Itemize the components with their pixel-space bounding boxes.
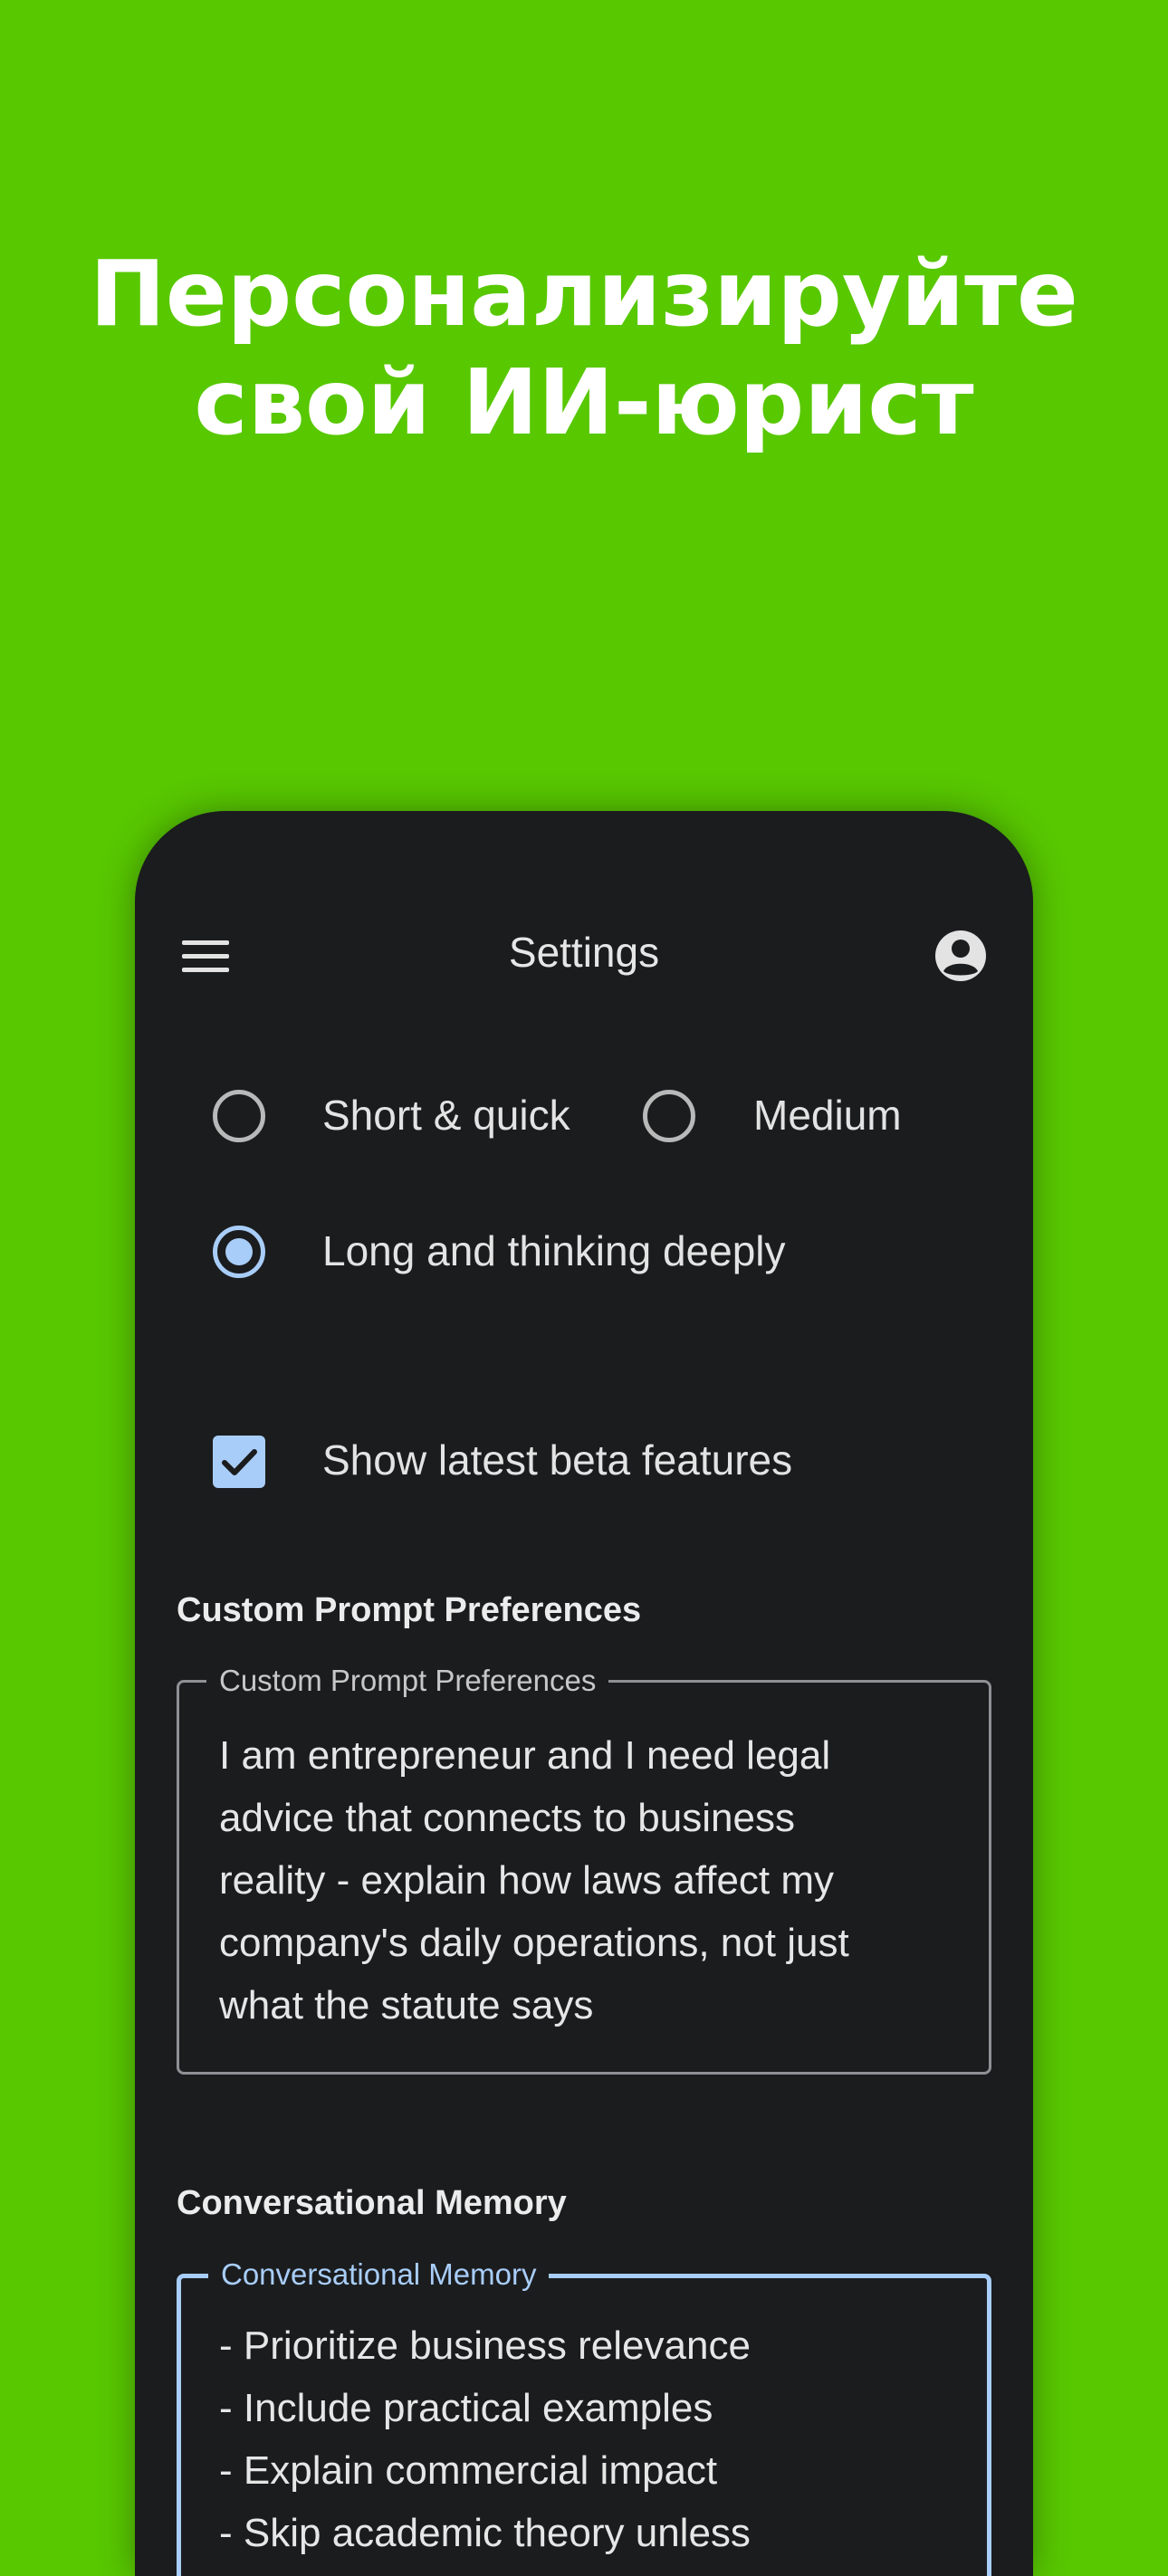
page-title: Settings: [508, 929, 660, 976]
custom-prompt-field-label: Custom Prompt Preferences: [206, 1663, 609, 1699]
headline-line-2: свой ИИ-юрист: [194, 349, 974, 455]
beta-features-label[interactable]: Show latest beta features: [322, 1433, 792, 1487]
custom-prompt-text[interactable]: I am entrepreneur and I need legal advic…: [219, 1724, 962, 2037]
radio-long-thinking-deeply[interactable]: [213, 1226, 265, 1278]
radio-medium[interactable]: [643, 1090, 695, 1142]
radio-label-medium[interactable]: Medium: [753, 1088, 902, 1142]
radio-short-quick[interactable]: [213, 1090, 265, 1142]
beta-features-checkbox[interactable]: [213, 1436, 265, 1488]
memory-section-title: Conversational Memory: [177, 2184, 567, 2222]
radio-label-long-thinking-deeply[interactable]: Long and thinking deeply: [322, 1224, 786, 1278]
headline-line-1: Персонализируйте: [90, 241, 1078, 347]
custom-prompt-field[interactable]: Custom Prompt Preferences I am entrepren…: [177, 1663, 991, 2075]
radio-label-short-quick[interactable]: Short & quick: [322, 1088, 570, 1142]
phone-screen: Settings Short & quick Medium Long and t…: [135, 811, 1033, 2576]
check-icon: [222, 1449, 257, 1475]
memory-field-label: Conversational Memory: [208, 2256, 550, 2293]
headline: Персонализируйте свой ИИ-юрист: [0, 240, 1168, 457]
account-circle-icon[interactable]: [933, 929, 988, 983]
memory-text[interactable]: - Prioritize business relevance - Includ…: [219, 2314, 962, 2564]
custom-prompt-section-title: Custom Prompt Preferences: [177, 1591, 642, 1629]
